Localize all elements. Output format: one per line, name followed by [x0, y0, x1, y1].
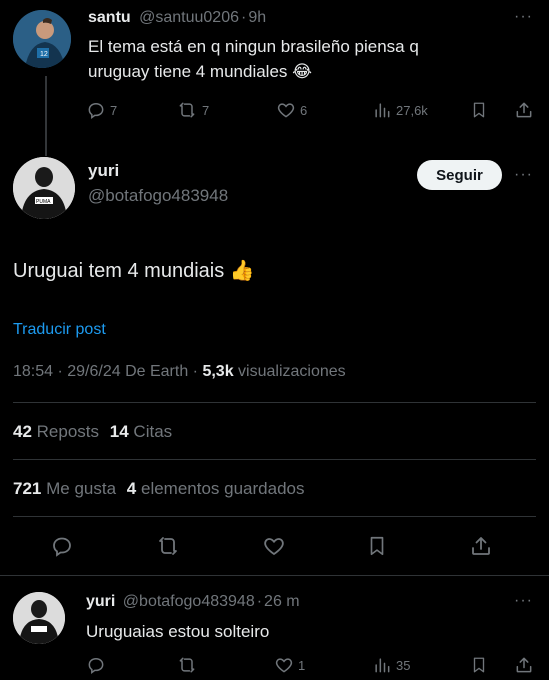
divider: [13, 516, 536, 517]
svg-text:12: 12: [40, 51, 48, 58]
like-count: 6: [300, 102, 308, 118]
repost-icon: [176, 655, 198, 675]
quotes-label: Citas: [133, 422, 173, 441]
bookmark-icon: [470, 100, 488, 120]
like-button[interactable]: 6: [276, 100, 307, 120]
avatar[interactable]: [13, 592, 65, 644]
like-button[interactable]: 1: [274, 655, 305, 675]
more-icon[interactable]: ···: [514, 9, 533, 25]
emoji: 😂: [292, 62, 313, 81]
views-label: visualizaciones: [238, 363, 346, 380]
repost-button[interactable]: [176, 655, 202, 675]
share-icon: [472, 537, 490, 555]
thread-line: [45, 76, 47, 156]
author-name[interactable]: santu: [88, 9, 131, 26]
tweet-timestamp[interactable]: 18:54 · 29/6/24 De Earth ·: [13, 363, 198, 380]
like-button[interactable]: [261, 534, 287, 558]
tweet-time[interactable]: 26 m: [264, 593, 300, 610]
author-name[interactable]: yuri: [86, 593, 115, 610]
views-count: 35: [396, 657, 411, 673]
follow-button[interactable]: Seguir: [417, 160, 502, 190]
divider: [13, 459, 536, 460]
bookmark-icon: [370, 536, 384, 556]
reply-icon: [86, 655, 106, 675]
likes-count: 721: [13, 479, 42, 498]
reposts-stat[interactable]: 42 Reposts: [13, 422, 99, 441]
reply-count: 7: [110, 102, 118, 118]
saves-label: elementos guardados: [140, 479, 305, 498]
tweet-time[interactable]: 9h: [248, 9, 266, 26]
avatar[interactable]: PUMA: [13, 157, 75, 219]
share-icon: [514, 655, 534, 675]
separator-dot: ·: [241, 9, 247, 26]
divider: [0, 575, 549, 576]
tweet-text: Uruguai tem 4 mundiais: [13, 260, 225, 282]
views-button[interactable]: 27,6k: [372, 100, 428, 120]
reply-button[interactable]: [50, 534, 74, 558]
tweet-actions: 7 7 6 27,6k: [86, 100, 536, 122]
quotes-stat[interactable]: 14 Citas: [110, 422, 172, 441]
bookmark-button[interactable]: [470, 100, 488, 120]
reposts-count: 42: [13, 422, 32, 441]
translate-link[interactable]: Traducir post: [13, 321, 106, 339]
tweet-text: Uruguaias estou solteiro: [86, 622, 270, 641]
share-button[interactable]: [514, 655, 534, 675]
repost-button[interactable]: 7: [176, 100, 209, 120]
author-handle[interactable]: @santuu0206: [139, 9, 239, 26]
repost-icon: [159, 537, 177, 555]
views-icon: [372, 100, 392, 120]
separator-dot: ·: [256, 593, 263, 610]
more-icon[interactable]: ···: [514, 593, 533, 609]
repost-count: 7: [202, 102, 210, 118]
tweet-text-line: uruguay tiene 4 mundiales: [88, 62, 288, 81]
reply-button[interactable]: [86, 655, 110, 675]
emoji: 👍: [229, 260, 255, 282]
bookmark-button[interactable]: [470, 655, 488, 675]
repost-button[interactable]: [155, 534, 181, 558]
engagement-likes-saves: 721 Me gusta 4 elementos guardados: [13, 479, 305, 499]
views-button[interactable]: 35: [372, 655, 410, 675]
reply-icon: [53, 537, 71, 557]
share-button[interactable]: [469, 534, 493, 558]
author-name[interactable]: yuri: [88, 160, 228, 182]
views-count: 5,3k: [202, 363, 234, 380]
tweet-actions: [0, 532, 549, 562]
tweet-actions: 1 35: [86, 655, 536, 677]
views-count: 27,6k: [396, 102, 428, 118]
like-count: 1: [298, 657, 306, 673]
more-icon[interactable]: ···: [514, 167, 533, 183]
bookmark-icon: [470, 655, 488, 675]
quotes-count: 14: [109, 422, 129, 441]
saves-count: 4: [126, 479, 137, 498]
heart-icon: [276, 100, 296, 120]
author-handle[interactable]: @botafogo483948: [88, 185, 228, 207]
reply-icon: [86, 100, 106, 120]
divider: [13, 402, 536, 403]
heart-icon: [264, 538, 284, 556]
reply-button[interactable]: 7: [86, 100, 117, 120]
avatar[interactable]: 12: [13, 10, 71, 68]
heart-icon: [274, 655, 294, 675]
likes-stat[interactable]: 721 Me gusta: [13, 479, 116, 498]
bookmark-button[interactable]: [366, 534, 388, 558]
tweet-text: El tema está en q ningun brasileño piens…: [88, 34, 533, 84]
share-button[interactable]: [514, 100, 534, 120]
likes-label: Me gusta: [46, 479, 117, 498]
svg-text:PUMA: PUMA: [36, 199, 51, 205]
author-handle[interactable]: @botafogo483948: [123, 593, 255, 610]
reposts-label: Reposts: [36, 422, 100, 441]
views-icon: [372, 655, 392, 675]
saves-stat[interactable]: 4 elementos guardados: [127, 479, 305, 498]
share-icon: [514, 100, 534, 120]
repost-icon: [176, 100, 198, 120]
tweet-text-line: El tema está en q ningun brasileño piens…: [88, 37, 419, 56]
engagement-reposts-quotes: 42 Reposts 14 Citas: [13, 422, 172, 442]
